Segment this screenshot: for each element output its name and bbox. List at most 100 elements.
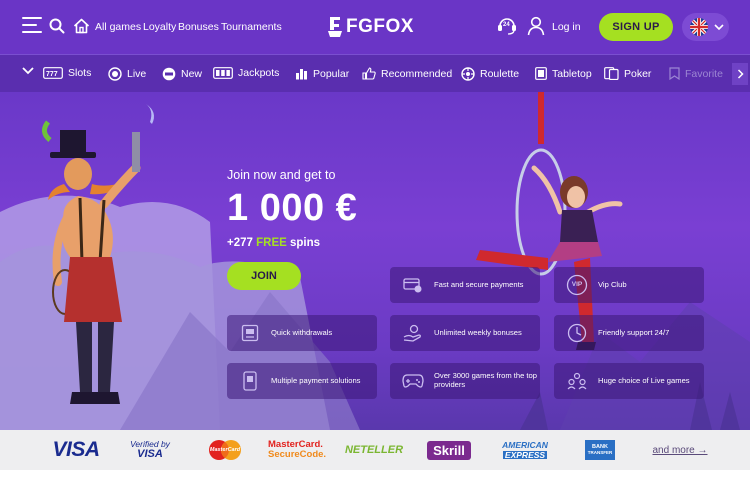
category-label: Jackpots (238, 67, 280, 79)
spins-free: FREE (256, 237, 287, 249)
poker-cards-icon (604, 67, 619, 80)
bank-bottom-text: TRANSFER (587, 449, 613, 455)
uk-flag-icon (690, 18, 708, 36)
slot-machine-icon: 777 (43, 67, 63, 79)
category-recommended[interactable]: Recommended (362, 67, 452, 80)
category-label: Roulette (480, 68, 520, 80)
feature-quick-withdrawals: Quick withdrawals (227, 315, 377, 351)
phone-payment-icon (239, 370, 261, 392)
aerialist-character (476, 92, 623, 350)
category-tabletop[interactable]: Tabletop (535, 67, 592, 80)
payment-methods-bar: VISA Verified by VISA MasterCard MasterC… (0, 430, 750, 470)
feature-text: Unlimited weekly bonuses (434, 327, 522, 337)
bar-chart-icon (295, 67, 308, 80)
signup-button[interactable]: SIGN UP (599, 13, 673, 41)
mastercard-text: MasterCard (209, 447, 241, 453)
bank-transfer-logo: BANK TRANSFER (584, 430, 616, 470)
category-label: Live (127, 68, 147, 80)
category-roulette[interactable]: Roulette (461, 67, 519, 81)
visa-logo: VISA (46, 430, 106, 470)
language-selector[interactable] (682, 13, 729, 41)
nav-all-games[interactable]: All games (95, 21, 141, 33)
join-button[interactable]: JOIN (227, 262, 301, 290)
visa-text: VISA (52, 438, 100, 461)
user-icon[interactable] (526, 15, 546, 37)
neteller-text: NETELLER (344, 444, 404, 456)
search-icon[interactable] (48, 17, 66, 35)
cards-icon (535, 67, 547, 80)
amex-top-text: AMERICAN (502, 440, 548, 450)
thumbs-up-icon (362, 67, 376, 80)
hero-bonus-amount: 1 000 € (227, 187, 358, 229)
feature-secure-payments: Fast and secure payments (390, 267, 540, 303)
feature-weekly-bonuses: Unlimited weekly bonuses (390, 315, 540, 351)
hero-tagline: Join now and get to (227, 168, 336, 182)
chevron-right-icon (737, 69, 744, 79)
verified-visa-text: VISA (137, 447, 163, 460)
vip-badge-text: VIP (571, 281, 583, 289)
support-badge: 24 (503, 22, 510, 28)
skrill-logo: Skrill (421, 430, 477, 470)
category-favorite[interactable]: Favorite (669, 67, 723, 80)
hero-banner: Join now and get to 1 000 € +277 FREE sp… (0, 92, 750, 430)
card-payment-icon (402, 274, 424, 296)
feature-text: Multiple payment solutions (271, 375, 361, 385)
nav-bonuses[interactable]: Bonuses (178, 21, 219, 33)
feature-text: Huge choice of Live games (598, 375, 690, 385)
feature-support: Friendly support 24/7 (554, 315, 704, 351)
hero-free-spins: +277 FREE spins (227, 237, 320, 249)
feature-games-count: Over 3000 games from the top providers (390, 363, 540, 399)
category-bar: 777 Slots Live New Jackpots Popular Reco… (0, 54, 750, 92)
and-more-link[interactable]: and more → (652, 430, 708, 470)
site-logo[interactable]: FGFOX (327, 14, 414, 40)
menu-icon[interactable] (22, 17, 42, 33)
login-link[interactable]: Log in (552, 21, 581, 33)
feature-text: Over 3000 games from the top providers (434, 371, 537, 389)
amex-bottom-text: EXPRESS (502, 449, 548, 460)
category-new[interactable]: New (162, 67, 202, 81)
home-icon[interactable] (71, 17, 91, 35)
feature-text: Fast and secure payments (434, 279, 524, 289)
jackpot-icon (213, 67, 233, 79)
live-chip-icon (108, 67, 122, 81)
logo-text: FGFOX (346, 16, 414, 37)
support-icon[interactable]: 24 (496, 15, 518, 37)
category-slots[interactable]: 777 Slots (43, 67, 91, 79)
category-label: Tabletop (552, 67, 592, 80)
securecode-bottom-text: SecureCode. (268, 449, 327, 460)
vip-badge-icon: VIP (566, 274, 588, 296)
category-poker[interactable]: Poker (604, 67, 651, 80)
category-label: New (181, 68, 203, 80)
category-label: Slots (68, 67, 92, 79)
category-scroll-right[interactable] (732, 63, 748, 85)
roulette-icon (461, 67, 475, 81)
page-bottom-strip (0, 470, 750, 484)
category-popular[interactable]: Popular (295, 67, 349, 80)
categories-toggle[interactable] (22, 67, 34, 75)
nav-tournaments[interactable]: Tournaments (221, 21, 282, 33)
skrill-text: Skrill (427, 440, 471, 460)
category-label: Recommended (381, 67, 453, 80)
nav-loyalty[interactable]: Loyalty (143, 21, 176, 33)
category-jackpots[interactable]: Jackpots (213, 67, 279, 79)
mastercard-logo: MasterCard (207, 430, 243, 470)
neteller-logo: NETELLER (343, 430, 405, 470)
svg-text:777: 777 (46, 71, 58, 78)
bookmark-icon (669, 67, 680, 80)
feature-payment-solutions: Multiple payment solutions (227, 363, 377, 399)
category-label: Popular (313, 67, 350, 80)
chevron-down-icon (714, 23, 724, 30)
and-more-text: and more → (652, 444, 708, 456)
category-label: Poker (624, 67, 652, 80)
people-group-icon (566, 370, 588, 392)
bank-transfer-badge: BANK TRANSFER (585, 440, 615, 460)
chevron-down-icon (22, 67, 34, 75)
spins-count: +277 (227, 237, 253, 249)
top-header: All games Loyalty Bonuses Tournaments FG… (0, 0, 750, 54)
american-express-logo: AMERICAN EXPRESS (498, 430, 552, 470)
securecode-logo: MasterCard. SecureCode. (268, 430, 330, 470)
category-live[interactable]: Live (108, 67, 146, 81)
fox-logo-icon (328, 17, 342, 37)
feature-text: Vip Club (598, 279, 627, 289)
category-label: Favorite (685, 67, 723, 80)
